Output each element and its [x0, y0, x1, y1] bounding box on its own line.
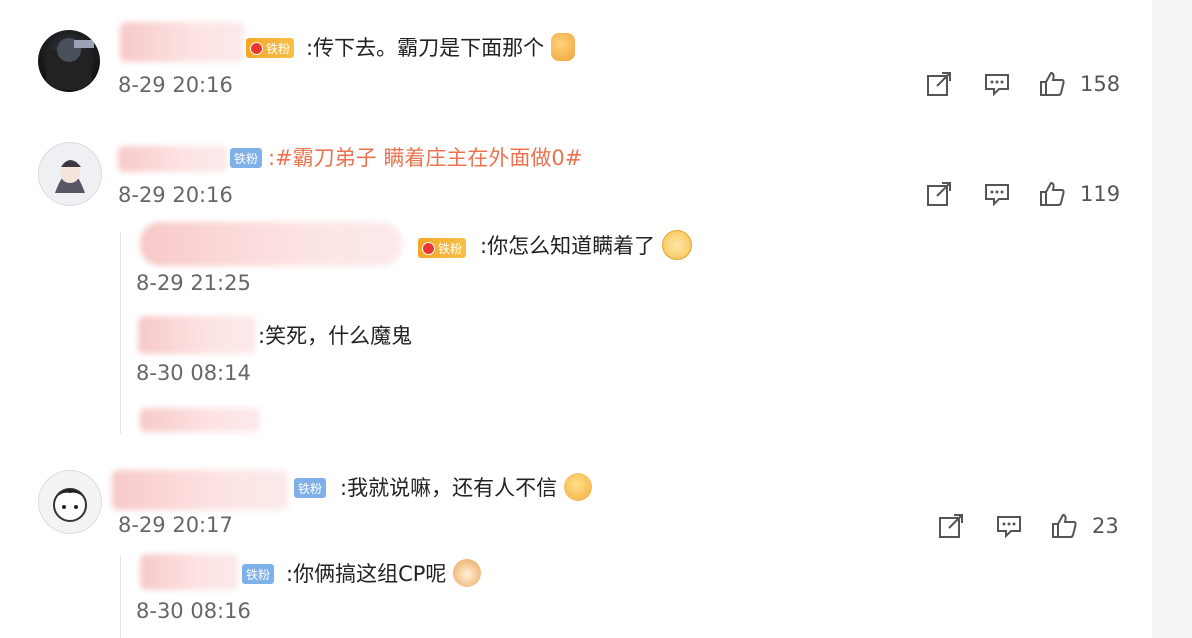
like-icon	[1052, 513, 1077, 538]
reply-time: 8-29 21:25	[136, 271, 251, 295]
comment-actions: 23	[936, 512, 1119, 540]
scrollbar-track[interactable]	[1152, 0, 1192, 638]
share-icon	[927, 182, 951, 206]
avatar[interactable]	[38, 30, 100, 92]
share-icon	[939, 514, 963, 538]
username-redacted[interactable]	[120, 22, 244, 62]
cat-icon	[453, 559, 482, 587]
like-button[interactable]: 119	[1038, 180, 1120, 208]
comment-icon	[985, 74, 1009, 97]
thumbs-up-icon	[550, 33, 575, 61]
comment-text: :传下去。霸刀是下面那个	[306, 33, 575, 63]
comment-time: 8-29 20:17	[118, 513, 233, 537]
reply-time: 8-30 08:14	[136, 361, 251, 385]
comment-icon	[997, 516, 1021, 539]
fan-badge: 铁粉	[246, 38, 295, 58]
like-button[interactable]: 23	[1050, 512, 1119, 540]
avatar-image-icon	[53, 488, 87, 522]
like-icon	[1040, 181, 1065, 206]
smile-icon	[563, 473, 592, 501]
username-redacted[interactable]	[140, 554, 238, 590]
like-count: 23	[1092, 514, 1119, 538]
fan-badge: 铁粉	[294, 478, 327, 498]
reply-button[interactable]	[994, 512, 1024, 540]
reply-text: :你俩搞这组CP呢	[286, 559, 482, 589]
comment-icon	[985, 184, 1009, 207]
like-icon	[1040, 71, 1065, 96]
comment-time: 8-29 20:16	[118, 73, 233, 97]
username-redacted[interactable]	[138, 316, 256, 354]
more-replies-redacted[interactable]	[140, 408, 260, 432]
comment-text: :#霸刀弟子 瞒着庄主在外面做0#	[268, 144, 582, 172]
reply-thread-rail	[120, 556, 121, 638]
avatar-image-icon	[46, 38, 94, 90]
fan-badge: 铁粉	[230, 148, 263, 168]
like-count: 119	[1080, 182, 1121, 206]
heart-icon	[250, 41, 263, 55]
reply-button[interactable]	[982, 180, 1012, 208]
share-button[interactable]	[924, 70, 954, 98]
avatar[interactable]	[38, 470, 102, 534]
cat-heart-icon	[661, 230, 692, 260]
share-button[interactable]	[924, 180, 954, 208]
fan-badge: 铁粉	[418, 238, 467, 258]
heart-icon	[422, 241, 435, 255]
comment-text: :我就说嘛，还有人不信	[340, 473, 592, 503]
like-count: 158	[1080, 72, 1121, 96]
username-redacted[interactable]	[112, 470, 288, 510]
comment-time: 8-29 20:16	[118, 183, 233, 207]
reply-text: :你怎么知道瞒着了	[480, 230, 692, 262]
share-button[interactable]	[936, 512, 966, 540]
like-button[interactable]: 158	[1038, 70, 1120, 98]
reply-button[interactable]	[982, 70, 1012, 98]
avatar-image-icon	[55, 160, 85, 193]
reply-thread-rail	[120, 232, 121, 434]
avatar[interactable]	[38, 142, 102, 206]
comment-actions: 119	[924, 180, 1120, 208]
fan-badge: 铁粉	[242, 564, 275, 584]
username-redacted[interactable]	[140, 222, 402, 266]
reply-text: :笑死，什么魔鬼	[258, 324, 413, 348]
topic-link[interactable]: :#霸刀弟子 瞒着庄主在外面做0#	[268, 146, 582, 170]
username-redacted[interactable]	[118, 146, 228, 172]
comment-actions: 158	[924, 70, 1120, 98]
reply-time: 8-30 08:16	[136, 599, 251, 623]
share-icon	[927, 72, 951, 96]
